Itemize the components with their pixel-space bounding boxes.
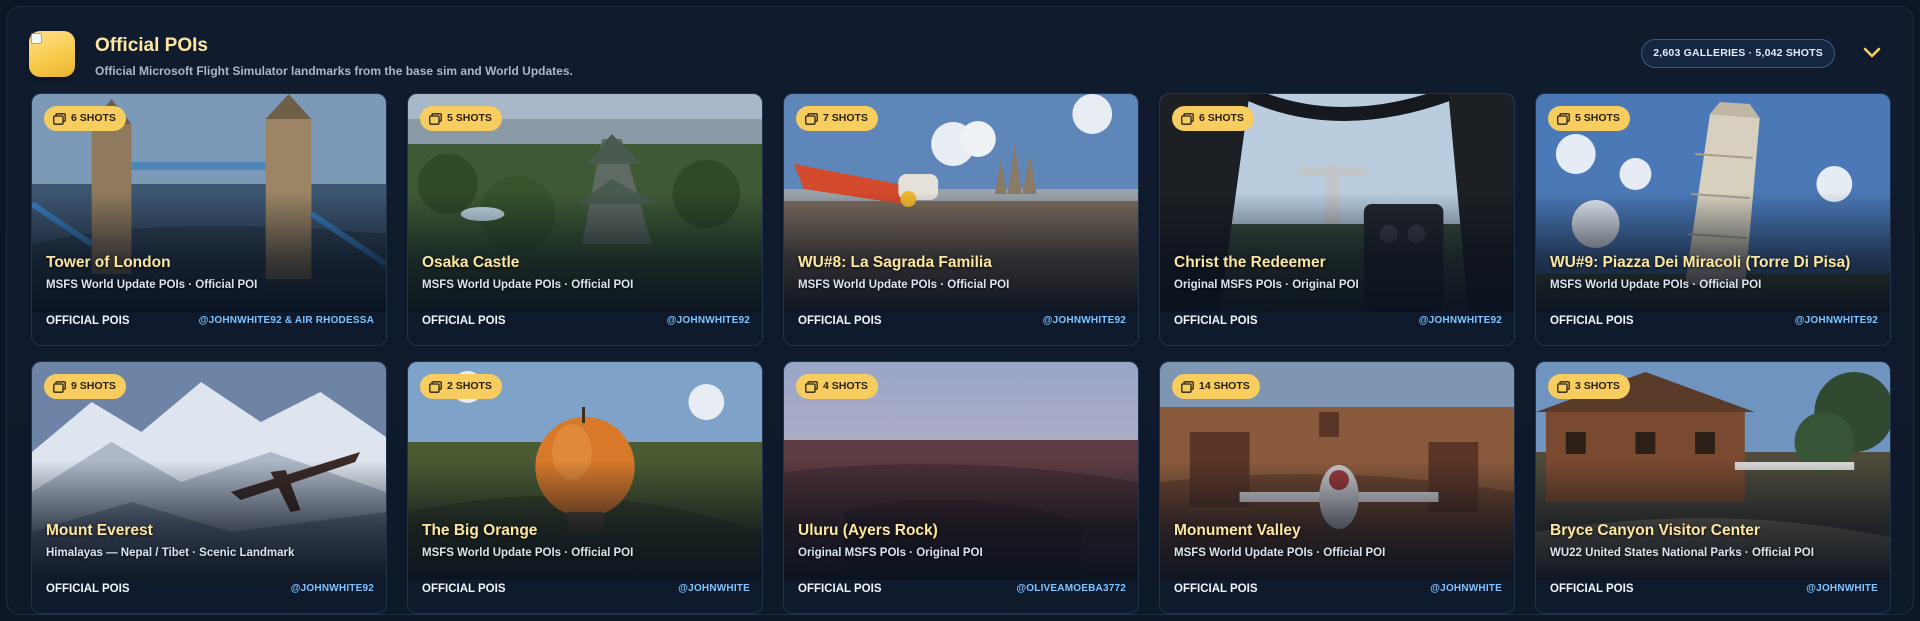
card-author-link[interactable]: @JOHNWHITE92 <box>291 583 374 594</box>
card-category: OFFICIAL POIS <box>798 315 882 327</box>
shots-badge: 6 SHOTS <box>44 106 126 131</box>
card-title[interactable]: Tower of London <box>46 254 378 272</box>
card-subtitle: Original MSFS POIs · Original POI <box>798 547 983 559</box>
card-author-link[interactable]: @JOHNWHITE <box>678 583 750 594</box>
card-category: OFFICIAL POIS <box>1174 583 1258 595</box>
card-title[interactable]: Osaka Castle <box>422 254 754 272</box>
shots-badge: 7 SHOTS <box>796 106 878 131</box>
gallery-icon <box>1181 112 1194 125</box>
card-category: OFFICIAL POIS <box>1550 583 1634 595</box>
shots-badge: 6 SHOTS <box>1172 106 1254 131</box>
shots-count: 9 SHOTS <box>71 380 116 392</box>
card-title[interactable]: Bryce Canyon Visitor Center <box>1550 522 1882 540</box>
card-subtitle: MSFS World Update POIs · Official POI <box>46 279 258 291</box>
card-category: OFFICIAL POIS <box>422 315 506 327</box>
card-author-link[interactable]: @JOHNWHITE <box>1806 583 1878 594</box>
card-subtitle: Original MSFS POIs · Original POI <box>1174 279 1359 291</box>
card-author-link[interactable]: @JOHNWHITE92 <box>1043 315 1126 326</box>
gallery-icon <box>805 380 818 393</box>
gallery-icon <box>429 380 442 393</box>
card-category: OFFICIAL POIS <box>1550 315 1634 327</box>
card-author-link[interactable]: @JOHNWHITE92 & AIR RHODESSA <box>199 315 374 326</box>
shots-badge: 5 SHOTS <box>1548 106 1630 131</box>
card-category: OFFICIAL POIS <box>1174 315 1258 327</box>
shots-badge: 14 SHOTS <box>1172 374 1260 399</box>
card-category: OFFICIAL POIS <box>46 583 130 595</box>
shots-count: 6 SHOTS <box>71 112 116 124</box>
gallery-card-piazza-dei-miracoli[interactable]: 5 SHOTS WU#9: Piazza Dei Miracoli (Torre… <box>1535 93 1891 346</box>
section-logo-icon <box>29 31 75 77</box>
card-author-link[interactable]: @OLIVEAMOEBA3772 <box>1016 583 1126 594</box>
gallery-card-sagrada-familia[interactable]: 7 SHOTS WU#8: La Sagrada Familia MSFS Wo… <box>783 93 1139 346</box>
card-category: OFFICIAL POIS <box>422 583 506 595</box>
official-pois-panel: Official POIs Official Microsoft Flight … <box>6 6 1914 615</box>
shots-badge: 3 SHOTS <box>1548 374 1630 399</box>
gallery-icon <box>805 112 818 125</box>
shots-badge: 4 SHOTS <box>796 374 878 399</box>
gallery-card-the-big-orange[interactable]: 2 SHOTS The Big Orange MSFS World Update… <box>407 361 763 614</box>
shots-badge: 2 SHOTS <box>420 374 502 399</box>
card-author-link[interactable]: @JOHNWHITE92 <box>667 315 750 326</box>
gallery-icon <box>53 112 66 125</box>
gallery-card-osaka-castle[interactable]: 5 SHOTS Osaka Castle MSFS World Update P… <box>407 93 763 346</box>
chevron-down-icon[interactable] <box>1861 43 1883 63</box>
gallery-icon <box>1181 380 1194 393</box>
card-title[interactable]: Christ the Redeemer <box>1174 254 1506 272</box>
card-subtitle: MSFS World Update POIs · Official POI <box>1174 547 1386 559</box>
gallery-icon <box>1557 380 1570 393</box>
card-subtitle: Himalayas — Nepal / Tibet · Scenic Landm… <box>46 547 295 559</box>
card-category: OFFICIAL POIS <box>798 583 882 595</box>
card-title[interactable]: WU#8: La Sagrada Familia <box>798 254 1130 272</box>
shots-count: 5 SHOTS <box>1575 112 1620 124</box>
shots-count: 3 SHOTS <box>1575 380 1620 392</box>
card-title[interactable]: The Big Orange <box>422 522 754 540</box>
gallery-stats-badge: 2,603 GALLERIES · 5,042 SHOTS <box>1641 39 1835 68</box>
card-subtitle: MSFS World Update POIs · Official POI <box>422 279 634 291</box>
shots-badge: 5 SHOTS <box>420 106 502 131</box>
gallery-card-monument-valley[interactable]: 14 SHOTS Monument Valley MSFS World Upda… <box>1159 361 1515 614</box>
card-title[interactable]: Mount Everest <box>46 522 378 540</box>
card-subtitle: MSFS World Update POIs · Official POI <box>1550 279 1762 291</box>
gallery-icon <box>429 112 442 125</box>
card-subtitle: MSFS World Update POIs · Official POI <box>422 547 634 559</box>
shots-count: 6 SHOTS <box>1199 112 1244 124</box>
shots-count: 14 SHOTS <box>1199 380 1250 392</box>
gallery-card-tower-of-london[interactable]: 6 SHOTS Tower of London MSFS World Updat… <box>31 93 387 346</box>
shots-badge: 9 SHOTS <box>44 374 126 399</box>
shots-count: 4 SHOTS <box>823 380 868 392</box>
card-category: OFFICIAL POIS <box>46 315 130 327</box>
card-subtitle: WU22 United States National Parks · Offi… <box>1550 547 1814 559</box>
gallery-card-uluru[interactable]: 4 SHOTS Uluru (Ayers Rock) Original MSFS… <box>783 361 1139 614</box>
card-title[interactable]: Monument Valley <box>1174 522 1506 540</box>
gallery-card-bryce-canyon[interactable]: 3 SHOTS Bryce Canyon Visitor Center WU22… <box>1535 361 1891 614</box>
card-title[interactable]: WU#9: Piazza Dei Miracoli (Torre Di Pisa… <box>1550 254 1882 272</box>
section-title: Official POIs <box>95 35 208 56</box>
section-subtitle: Official Microsoft Flight Simulator land… <box>95 64 573 78</box>
shots-count: 2 SHOTS <box>447 380 492 392</box>
card-subtitle: MSFS World Update POIs · Official POI <box>798 279 1010 291</box>
gallery-icon <box>1557 112 1570 125</box>
gallery-card-christ-the-redeemer[interactable]: 6 SHOTS Christ the Redeemer Original MSF… <box>1159 93 1515 346</box>
gallery-card-mount-everest[interactable]: 9 SHOTS Mount Everest Himalayas — Nepal … <box>31 361 387 614</box>
shots-count: 7 SHOTS <box>823 112 868 124</box>
card-author-link[interactable]: @JOHNWHITE92 <box>1795 315 1878 326</box>
card-author-link[interactable]: @JOHNWHITE <box>1430 583 1502 594</box>
card-author-link[interactable]: @JOHNWHITE92 <box>1419 315 1502 326</box>
gallery-icon <box>53 380 66 393</box>
section-header: Official POIs Official Microsoft Flight … <box>29 27 1891 79</box>
card-title[interactable]: Uluru (Ayers Rock) <box>798 522 1130 540</box>
shots-count: 5 SHOTS <box>447 112 492 124</box>
